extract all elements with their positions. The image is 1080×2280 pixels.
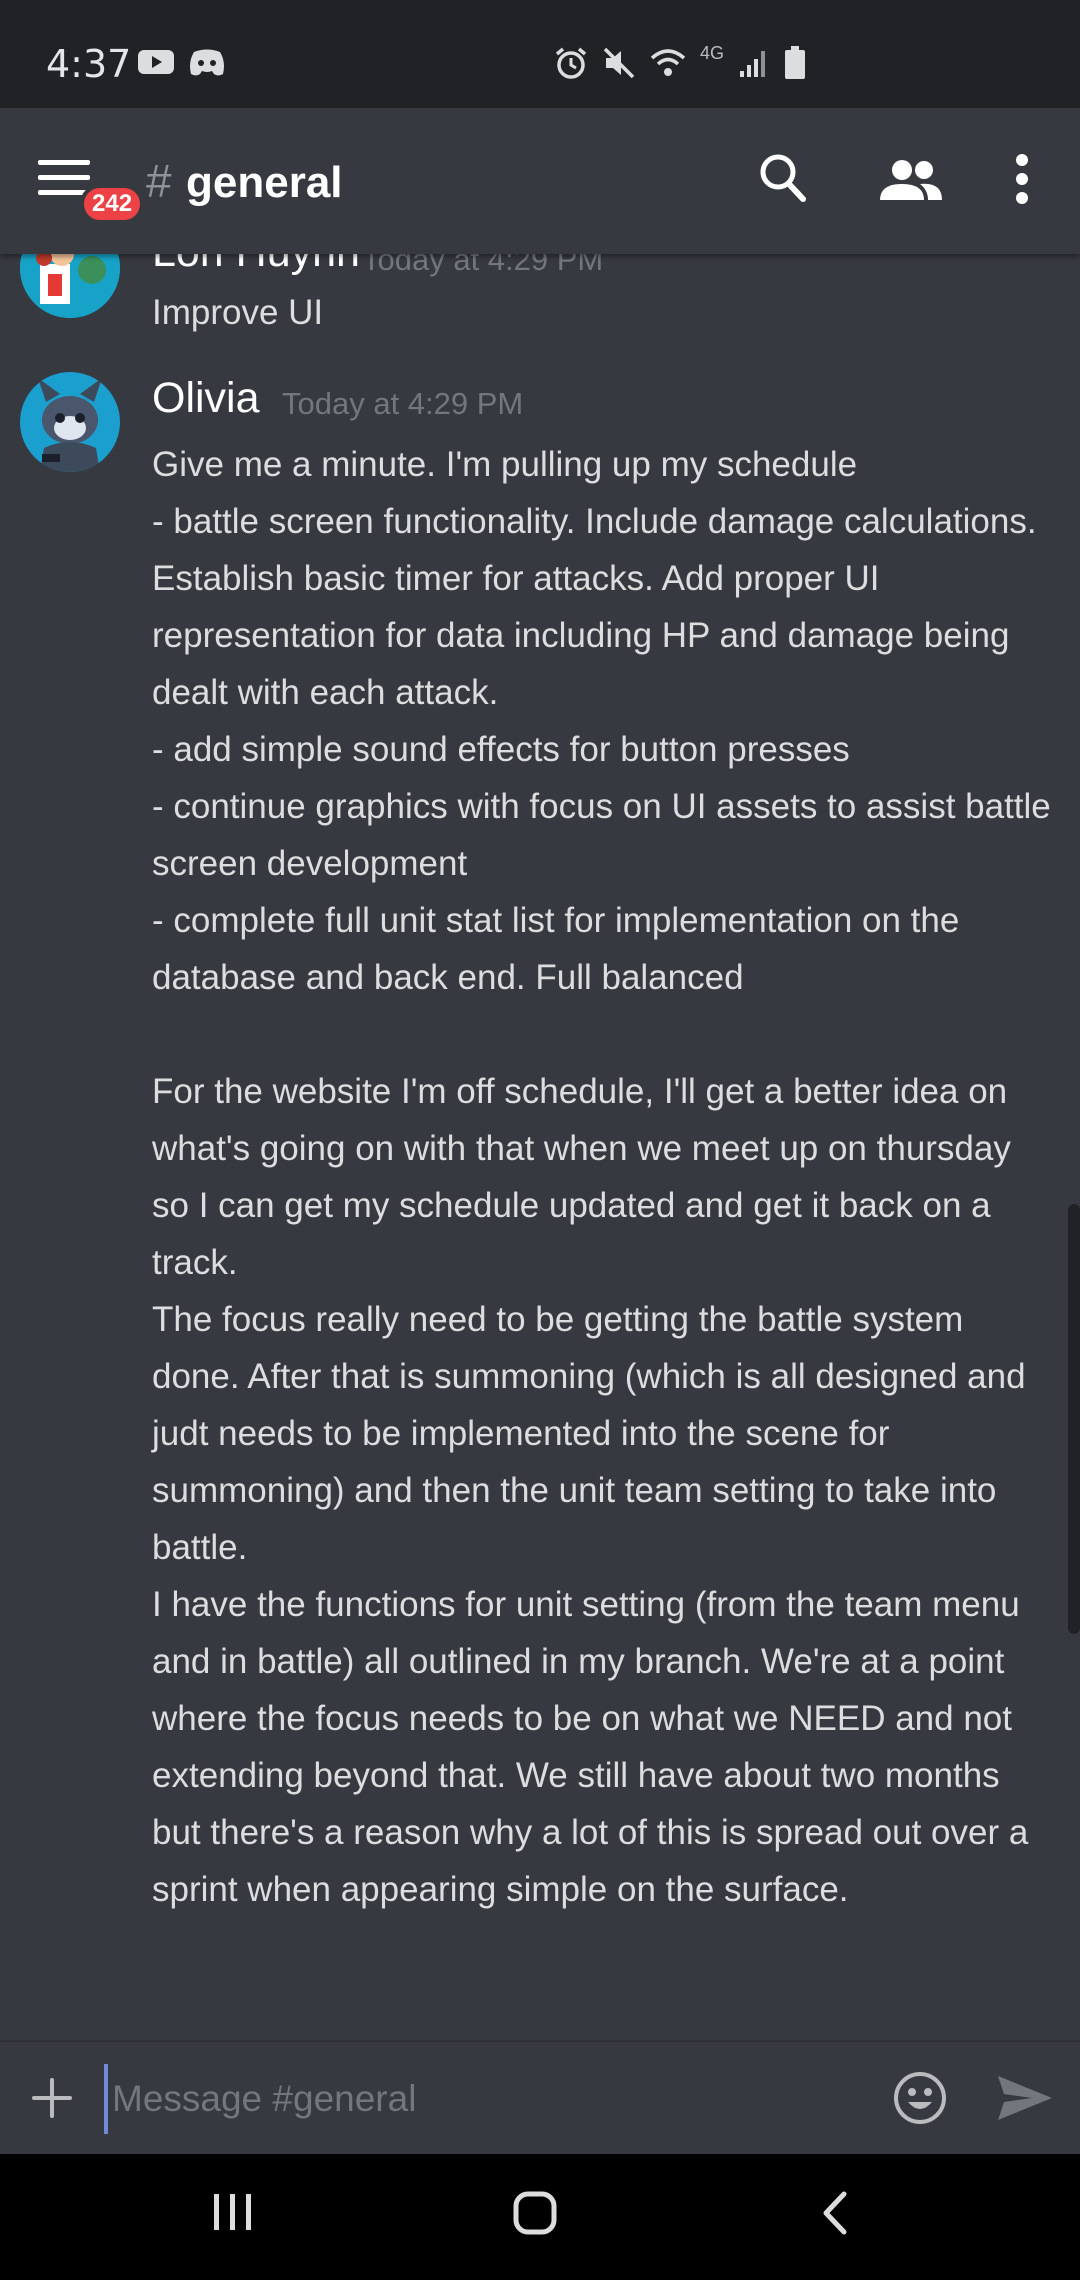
plus-icon[interactable] xyxy=(30,2076,74,2120)
battery-icon xyxy=(785,46,806,79)
channel-hash-icon: # xyxy=(146,155,172,207)
send-icon[interactable] xyxy=(996,2074,1054,2122)
alarm-icon xyxy=(555,47,587,79)
status-app-icons xyxy=(138,48,226,78)
status-time: 4:37 xyxy=(46,42,132,86)
channel-header: 242 # general xyxy=(0,108,1080,254)
network-label: 4G xyxy=(700,42,725,63)
message-content: Improve UI xyxy=(152,293,324,332)
message-author[interactable]: Lori Huynh xyxy=(152,254,360,277)
mention-badge: 242 xyxy=(80,184,145,224)
status-bar: 4:37 4G xyxy=(0,0,1080,108)
avatar[interactable] xyxy=(20,372,120,472)
message-author[interactable]: Olivia xyxy=(152,374,260,423)
search-icon[interactable] xyxy=(758,152,808,206)
system-nav-bar xyxy=(0,2154,1080,2280)
mute-icon xyxy=(603,47,635,79)
home-icon[interactable] xyxy=(512,2190,558,2236)
back-icon[interactable] xyxy=(820,2190,850,2236)
message-list[interactable]: Lori Huynh Today at 4:29 PM Improve UI O… xyxy=(0,254,1080,2040)
discord-status-icon xyxy=(190,49,224,76)
message-composer xyxy=(0,2040,1080,2154)
avatar-image xyxy=(20,254,120,318)
wifi-icon xyxy=(650,49,686,76)
menu-button[interactable]: 242 xyxy=(38,158,145,238)
channel-name[interactable]: general xyxy=(186,158,343,208)
message-timestamp: Today at 4:29 PM xyxy=(362,254,604,277)
recent-apps-icon[interactable] xyxy=(212,2190,254,2234)
message-content: Give me a minute. I'm pulling up my sche… xyxy=(152,445,1051,1909)
scrollbar[interactable] xyxy=(1068,1204,1080,1634)
signal-icon xyxy=(740,51,766,77)
avatar[interactable] xyxy=(20,254,120,318)
emoji-icon[interactable] xyxy=(892,2070,948,2126)
members-icon[interactable] xyxy=(880,158,942,202)
message-input[interactable] xyxy=(104,2064,864,2134)
avatar-image xyxy=(20,372,120,472)
message-timestamp: Today at 4:29 PM xyxy=(282,386,524,421)
status-right-icons: 4G xyxy=(554,42,806,80)
more-vertical-icon[interactable] xyxy=(1014,152,1030,206)
youtube-icon xyxy=(138,50,174,74)
